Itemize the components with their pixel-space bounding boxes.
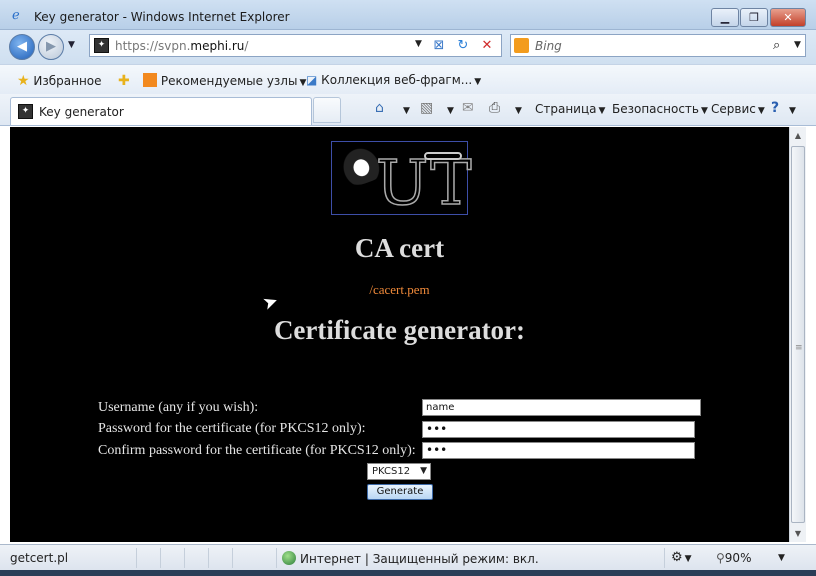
zoom-dropdown-icon[interactable]: ▼ — [778, 553, 785, 563]
compatibility-view-icon[interactable]: ⊠ — [430, 37, 448, 55]
status-divider — [232, 548, 233, 568]
close-button[interactable]: ✕ — [770, 8, 806, 27]
search-icon[interactable]: ⌕ — [773, 38, 780, 53]
url-prefix: https://svpn. — [115, 39, 191, 53]
cacert-link[interactable]: /cacert.pem — [10, 282, 789, 298]
bing-icon — [514, 38, 529, 53]
help-dropdown-icon[interactable]: ▼ — [787, 102, 796, 116]
scroll-thumb[interactable]: ≡ — [791, 146, 805, 523]
refresh-icon[interactable]: ↻ — [454, 37, 472, 55]
suggested-sites-button[interactable]: Рекомендуемые узлы ▼ — [143, 73, 306, 88]
security-zone[interactable]: Интернет | Защищенный режим: вкл. — [282, 551, 539, 566]
help-icon[interactable]: ? — [771, 100, 779, 116]
globe-icon — [282, 551, 296, 565]
ca-cert-heading: CA cert — [354, 233, 445, 263]
address-dropdown-icon[interactable]: ▼ — [415, 39, 422, 49]
status-divider — [276, 548, 277, 568]
web-slice-gallery-button[interactable]: ◪ Коллекция веб-фрагм... ▼ — [306, 73, 481, 87]
print-icon[interactable]: ⎙ — [489, 100, 500, 116]
select-dropdown-icon: ▼ — [420, 466, 427, 476]
safety-menu[interactable]: Безопасность ▼ — [612, 102, 708, 116]
security-zone-label: Интернет | Защищенный режим: вкл. — [300, 552, 539, 566]
status-divider — [664, 548, 665, 568]
page-menu-label: Страница — [535, 102, 597, 116]
window-title: Key generator - Windows Internet Explore… — [34, 10, 290, 24]
ie-icon: ℯ — [12, 8, 20, 23]
history-dropdown-icon[interactable]: ▼ — [68, 40, 75, 50]
page-menu[interactable]: Страница ▼ — [535, 102, 605, 116]
status-divider — [184, 548, 185, 568]
zoom-value: 90% — [724, 551, 752, 565]
print-dropdown-icon[interactable]: ▼ — [513, 102, 522, 116]
minimize-button[interactable]: ▁ — [711, 8, 739, 27]
stop-icon[interactable]: ✕ — [478, 37, 496, 55]
scroll-down-icon[interactable]: ▼ — [790, 525, 806, 542]
certificate-generator-heading: Certificate generator: — [273, 315, 526, 345]
search-placeholder[interactable]: Bing — [535, 39, 562, 53]
favorites-button[interactable]: ★ Избранное — [17, 73, 102, 89]
format-select[interactable]: PKCS12 ▼ — [367, 463, 431, 480]
confirm-password-label: Confirm password for the certificate (fo… — [98, 443, 416, 458]
tab-label: Key generator — [39, 105, 124, 119]
password-label: Password for the certificate (for PKCS12… — [98, 421, 366, 436]
favorites-label: Избранное — [33, 74, 102, 88]
username-label: Username (any if you wish): — [98, 400, 259, 415]
add-to-favorites-icon[interactable]: ✚ — [118, 73, 130, 89]
address-url[interactable]: https://svpn.mephi.ru/ — [115, 39, 248, 53]
back-button[interactable]: ◀ — [9, 34, 35, 60]
url-domain: mephi.ru — [190, 39, 245, 53]
feeds-icon[interactable]: ▧ — [420, 100, 433, 116]
phone-icon — [424, 152, 462, 160]
mail-icon[interactable]: ✉ — [462, 100, 474, 116]
maximize-button[interactable]: ❐ — [740, 8, 768, 27]
url-suffix: / — [244, 39, 249, 53]
title-bar: ℯ Key generator - Windows Internet Explo… — [0, 0, 816, 30]
search-options-dropdown-icon[interactable]: ▼ — [794, 40, 801, 50]
search-box[interactable]: Bing ⌕ ▼ — [510, 34, 806, 57]
username-input[interactable] — [422, 399, 701, 416]
scroll-grip-icon: ≡ — [795, 343, 803, 353]
site-favicon-icon: ✦ — [94, 38, 109, 53]
new-tab-button[interactable] — [313, 97, 341, 123]
favorites-bar: ★ Избранное ✚ Рекомендуемые узлы ▼ ◪ Колл… — [0, 64, 816, 94]
suggested-sites-icon — [143, 73, 157, 87]
favorites-star-icon: ★ — [17, 73, 30, 89]
scroll-up-icon[interactable]: ▲ — [790, 127, 806, 144]
tab-favicon-icon: ✦ — [18, 104, 33, 119]
home-dropdown-icon[interactable]: ▼ — [401, 102, 410, 116]
tools-menu-label: Сервис — [711, 102, 756, 116]
suggested-sites-label: Рекомендуемые узлы — [160, 74, 298, 88]
status-divider — [136, 548, 137, 568]
password-input[interactable]: ••• — [422, 421, 695, 438]
address-bar[interactable]: ✦ https://svpn.mephi.ru/ ▼ ⊠ ↻ ✕ — [89, 34, 502, 57]
web-slice-gallery-label: Коллекция веб-фрагм... — [321, 73, 473, 87]
protected-mode-icon[interactable]: ⚙ ▼ — [671, 550, 692, 565]
status-divider — [160, 548, 161, 568]
taskbar — [0, 570, 816, 576]
home-icon[interactable]: ⌂ — [375, 100, 384, 116]
status-text: getcert.pl — [10, 551, 69, 565]
status-divider — [208, 548, 209, 568]
web-slice-icon: ◪ — [306, 73, 318, 87]
forward-button[interactable]: ▶ — [38, 34, 64, 60]
confirm-password-input[interactable]: ••• — [422, 442, 695, 459]
feeds-dropdown-icon[interactable]: ▼ — [445, 102, 454, 116]
tools-menu[interactable]: Сервис ▼ — [711, 102, 765, 116]
zoom-level[interactable]: ⚲90% — [716, 551, 751, 565]
format-select-value: PKCS12 — [372, 466, 411, 477]
tab-key-generator[interactable]: ✦ Key generator — [10, 97, 312, 125]
vertical-scrollbar[interactable]: ▲ ≡ ▼ — [789, 127, 806, 542]
status-bar: getcert.pl Интернет | Защищенный режим: … — [0, 544, 816, 570]
site-logo: UT — [331, 137, 472, 220]
generate-button[interactable]: Generate — [367, 484, 433, 500]
page-content: UT CA cert /cacert.pem ➤ Certificate gen… — [10, 127, 789, 542]
command-bar: ✦ Key generator ⌂ ▼ ▧ ▼ ✉ ⎙ ▼ Страница ▼ … — [0, 94, 816, 126]
safety-menu-label: Безопасность — [612, 102, 699, 116]
zoom-icon: ⚲ — [716, 551, 725, 565]
